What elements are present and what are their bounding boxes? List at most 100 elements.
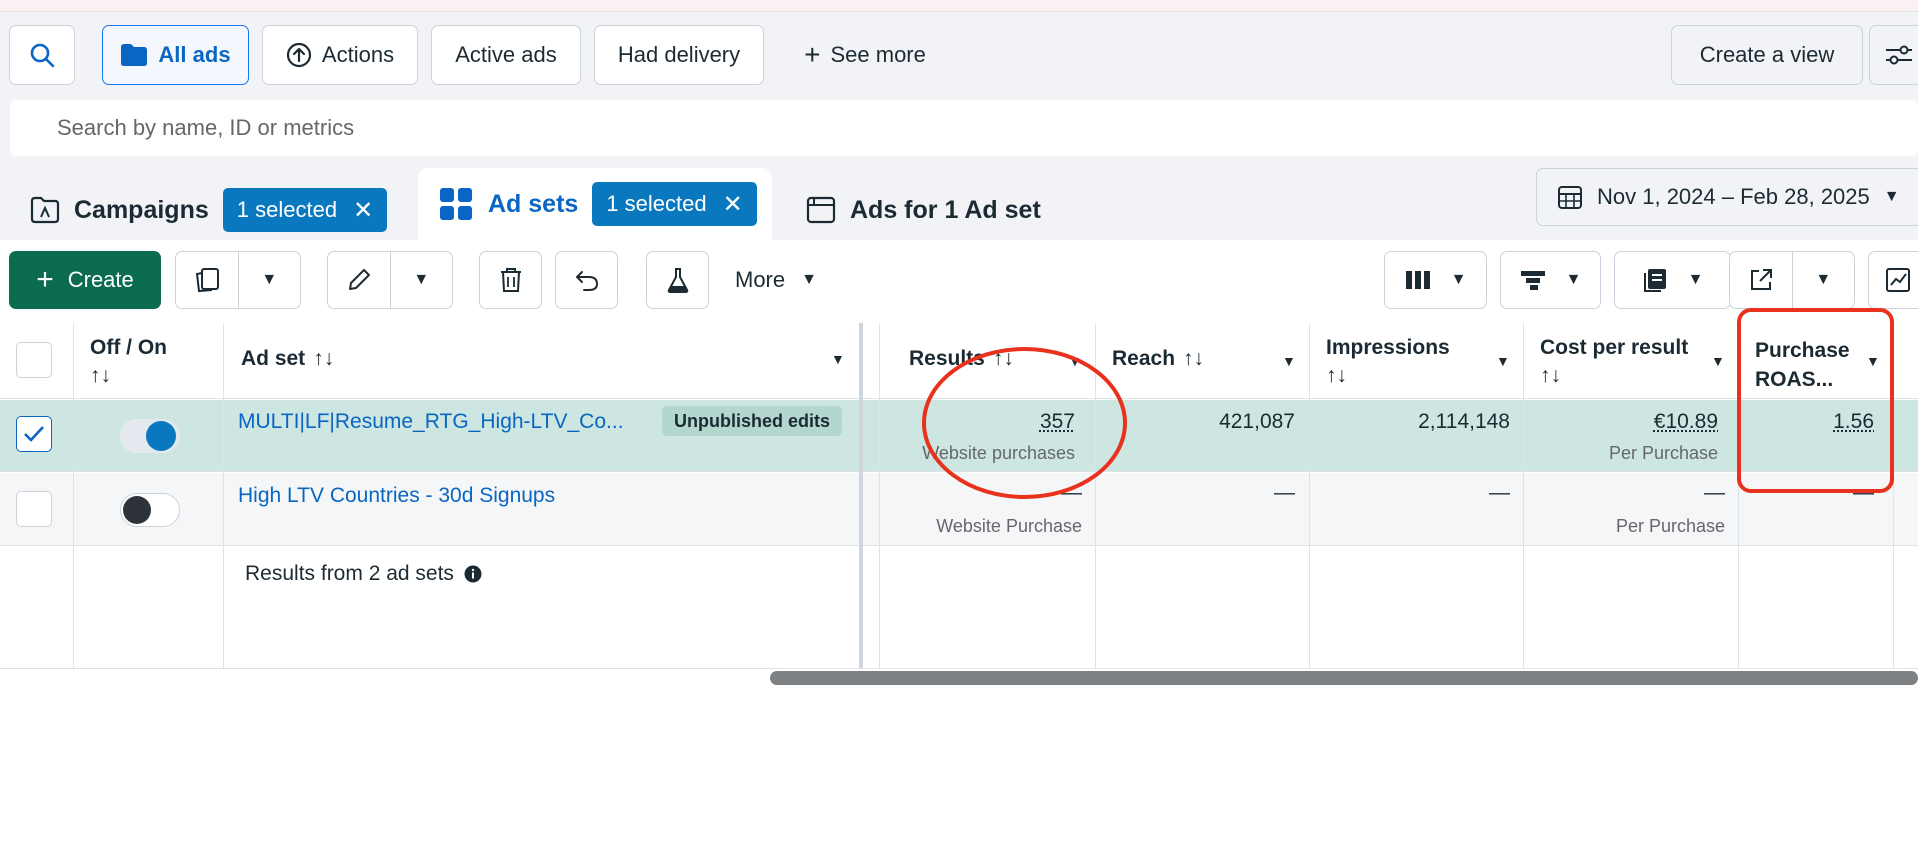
tab-ads[interactable]: Ads for 1 Ad set <box>786 176 1078 244</box>
folder-icon <box>120 43 148 67</box>
delete-button[interactable] <box>479 251 542 309</box>
plus-icon: + <box>804 39 821 70</box>
export-icon[interactable] <box>1730 251 1793 309</box>
row-checkbox[interactable] <box>16 416 52 452</box>
column-header-cost-per-result[interactable]: Cost per result ↑↓ <box>1540 336 1688 388</box>
reports-button[interactable]: ▼ <box>1614 251 1731 309</box>
caret-down-icon[interactable]: ▼ <box>239 271 301 289</box>
column-divider <box>73 323 74 668</box>
create-label: Create <box>67 267 134 292</box>
tab-ads-label: Ads for 1 Ad set <box>850 195 1041 224</box>
cost-per-result-value[interactable]: €10.89 <box>1540 410 1718 434</box>
column-header-impressions[interactable]: Impressions ↑↓ <box>1326 336 1450 388</box>
duplicate-icon[interactable] <box>176 251 239 309</box>
checkmark-icon <box>23 425 45 443</box>
caret-down-icon[interactable]: ▼ <box>1793 271 1855 289</box>
create-view-label: Create a view <box>1699 42 1835 67</box>
reach-value: — <box>1274 481 1295 504</box>
info-icon[interactable] <box>464 565 482 583</box>
tab-campaigns-label: Campaigns <box>74 195 209 224</box>
duplicate-button-group[interactable]: ▼ <box>175 251 301 309</box>
tab-ad-sets-label: Ad sets <box>488 189 579 218</box>
campaigns-chip-label: 1 selected <box>236 197 338 222</box>
columns-button[interactable]: ▼ <box>1384 251 1487 309</box>
see-more-button[interactable]: + See more <box>780 25 950 85</box>
date-range-picker[interactable]: Nov 1, 2024 – Feb 28, 2025 ▼ <box>1536 168 1918 226</box>
column-divider <box>223 323 224 668</box>
filter-actions-label: Actions <box>321 42 395 67</box>
off-on-header-label: Off / On <box>90 336 167 359</box>
sliders-icon <box>1884 43 1914 67</box>
charts-button[interactable] <box>1868 251 1918 309</box>
campaigns-selected-chip[interactable]: 1 selected ✕ <box>222 188 388 232</box>
caret-down-icon: ▼ <box>1883 188 1900 205</box>
select-all-checkbox[interactable] <box>16 342 52 378</box>
tab-ad-sets[interactable]: Ad sets 1 selected ✕ <box>418 168 772 240</box>
row-checkbox[interactable] <box>16 491 52 527</box>
sort-icon[interactable]: ↑↓ <box>313 347 334 371</box>
calendar-icon <box>1557 184 1583 210</box>
column-divider <box>1309 323 1310 668</box>
caret-down-icon[interactable]: ▼ <box>1496 353 1510 369</box>
column-header-ad-set[interactable]: Ad set ↑↓ <box>241 347 334 371</box>
close-icon[interactable]: ✕ <box>353 196 373 225</box>
ad-set-name-link[interactable]: MULTI|LF|Resume_RTG_High-LTV_Co... <box>238 410 624 434</box>
sort-icon[interactable]: ↑↓ <box>90 364 167 388</box>
impressions-value: — <box>1489 481 1510 504</box>
upload-circle-icon <box>286 42 312 68</box>
filter-active-ads[interactable]: Active ads <box>431 25 581 85</box>
impressions-value: 2,114,148 <box>1418 410 1510 433</box>
edit-button-group[interactable]: ▼ <box>327 251 453 309</box>
more-label: More <box>735 267 786 292</box>
pencil-icon[interactable] <box>328 251 391 309</box>
ad-set-name-link[interactable]: High LTV Countries - 30d Signups <box>238 484 555 508</box>
table-bottom-border <box>0 668 1918 669</box>
reports-icon <box>1642 267 1668 293</box>
search-icon <box>29 42 55 68</box>
annotation-circle <box>922 347 1127 499</box>
impressions-header-label: Impressions <box>1326 336 1450 359</box>
caret-down-icon[interactable]: ▼ <box>391 271 453 289</box>
column-divider <box>879 323 880 668</box>
delivery-toggle-on[interactable] <box>120 419 180 453</box>
tab-campaigns[interactable]: Campaigns 1 selected ✕ <box>10 176 402 244</box>
more-menu[interactable]: More ▼ <box>735 251 845 309</box>
sort-icon[interactable]: ↑↓ <box>1326 364 1450 388</box>
column-header-off-on[interactable]: Off / On ↑↓ <box>90 336 167 388</box>
export-button-group[interactable]: ▼ <box>1729 251 1855 309</box>
search-input[interactable]: Search by name, ID or metrics <box>10 100 1918 156</box>
view-settings-button[interactable] <box>1869 25 1918 85</box>
sort-icon[interactable]: ↑↓ <box>1540 364 1688 388</box>
create-view-button[interactable]: Create a view <box>1671 25 1863 85</box>
delivery-toggle-off[interactable] <box>120 493 180 527</box>
flask-icon <box>665 266 691 294</box>
toggle-knob <box>146 421 176 451</box>
cost-per-result-header-label: Cost per result <box>1540 336 1689 359</box>
trash-icon <box>498 266 524 294</box>
caret-down-icon[interactable]: ▼ <box>1711 353 1725 369</box>
column-header-reach[interactable]: Reach ↑↓ <box>1112 347 1204 371</box>
ad-sets-selected-chip[interactable]: 1 selected ✕ <box>592 182 757 226</box>
breakdown-button[interactable]: ▼ <box>1500 251 1601 309</box>
caret-down-icon: ▼ <box>1450 271 1467 288</box>
create-button[interactable]: + Create <box>9 251 161 309</box>
annotation-rectangle <box>1737 308 1894 493</box>
toggle-knob <box>123 496 151 524</box>
test-button[interactable] <box>646 251 709 309</box>
search-button[interactable] <box>9 25 75 85</box>
results-subtitle: Website Purchase <box>936 516 1082 536</box>
cost-per-result-value: — <box>1704 481 1725 504</box>
filter-all-ads[interactable]: All ads <box>102 25 249 85</box>
cost-per-result-subtitle: Per Purchase <box>1615 516 1725 536</box>
caret-down-icon[interactable]: ▼ <box>831 351 845 367</box>
sort-icon[interactable]: ↑↓ <box>1183 347 1204 371</box>
close-icon[interactable]: ✕ <box>723 190 743 219</box>
chart-icon <box>1885 267 1911 293</box>
caret-down-icon[interactable]: ▼ <box>1282 353 1296 369</box>
column-divider <box>1523 323 1524 668</box>
undo-button[interactable] <box>555 251 618 309</box>
caret-down-icon: ▼ <box>1565 271 1582 288</box>
filter-actions[interactable]: Actions <box>262 25 418 85</box>
filter-had-delivery[interactable]: Had delivery <box>594 25 764 85</box>
horizontal-scrollbar[interactable] <box>770 671 1918 685</box>
